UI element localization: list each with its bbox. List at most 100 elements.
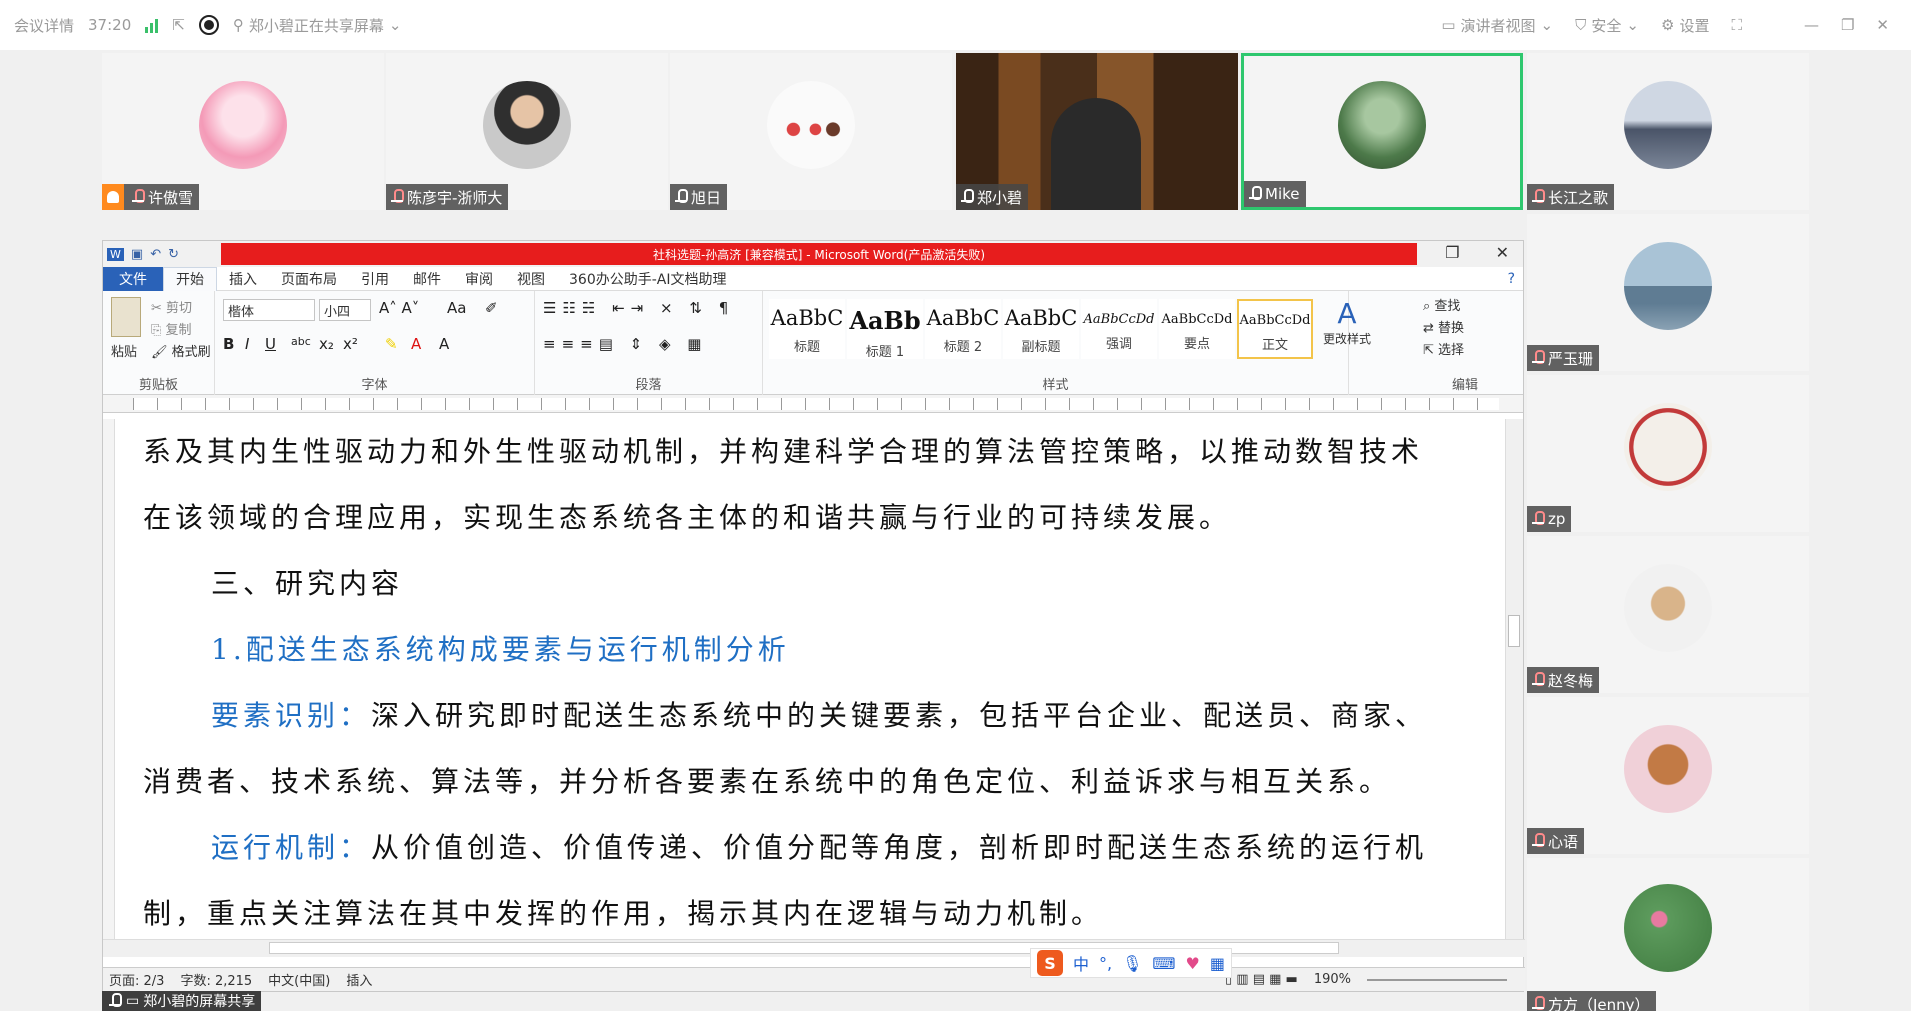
- participant-name: 方方（Jenny）: [1548, 995, 1650, 1011]
- style-emphasis[interactable]: AaBbCcDd 强调: [1081, 299, 1157, 359]
- tab-view[interactable]: 视图: [505, 267, 557, 291]
- italic-icon[interactable]: I: [245, 335, 249, 353]
- redo-icon[interactable]: ↻: [168, 247, 179, 262]
- tab-mailings[interactable]: 邮件: [401, 267, 453, 291]
- select-button[interactable]: ⇱ 选择: [1423, 339, 1464, 358]
- copy-button[interactable]: ⎘ 复制: [151, 319, 192, 338]
- participant-name-badge: 赵冬梅: [1527, 667, 1600, 693]
- style-title[interactable]: AaBbC 标题: [769, 299, 845, 359]
- participant-tile[interactable]: 许傲雪: [102, 53, 384, 210]
- microphone-icon[interactable]: 🎙: [1122, 954, 1142, 973]
- document-page[interactable]: 系及其内生性驱动力和外生性驱动机制，并构建科学合理的算法管控策略，以推动数智技术…: [115, 419, 1499, 939]
- participant-name: 郑小碧: [977, 188, 1023, 207]
- grow-font-icon[interactable]: A˄ A˅: [379, 299, 419, 317]
- sharing-notice[interactable]: ⚲ 郑小碧正在共享屏幕 ⌄: [233, 15, 402, 36]
- subscript-icon[interactable]: x₂: [319, 335, 334, 353]
- tab-insert[interactable]: 插入: [217, 267, 269, 291]
- horizontal-ruler[interactable]: [103, 395, 1523, 413]
- punctuation-icon[interactable]: °,: [1099, 954, 1112, 973]
- participant-video-tile[interactable]: 郑小碧: [956, 53, 1238, 210]
- style-normal[interactable]: AaBbCcDd 正文: [1237, 299, 1313, 359]
- toolbox-icon[interactable]: ▦: [1210, 954, 1225, 973]
- align-icons[interactable]: ≡≡≡▤ ⇕ ◈ ▦: [543, 335, 707, 353]
- security-button[interactable]: ⛉ 安全 ⌄: [1575, 15, 1639, 36]
- font-color-icon[interactable]: A: [411, 335, 421, 353]
- font-size-select[interactable]: 小四: [319, 299, 371, 321]
- insert-mode[interactable]: 插入: [346, 970, 372, 989]
- format-painter-button[interactable]: 🖌 格式刷: [151, 341, 211, 360]
- horizontal-scrollbar[interactable]: [103, 939, 1525, 957]
- paragraph-label: 要素识别：: [211, 699, 372, 732]
- fullscreen-icon[interactable]: ⛶: [1731, 16, 1742, 34]
- participant-tile-active[interactable]: Mike: [1241, 53, 1523, 210]
- close-icon[interactable]: ✕: [1876, 16, 1889, 34]
- mic-muted-icon: [131, 189, 145, 205]
- tab-review[interactable]: 审阅: [453, 267, 505, 291]
- find-button[interactable]: ⌕ 查找: [1423, 295, 1460, 314]
- font-name-select[interactable]: 楷体: [223, 299, 315, 321]
- settings-button[interactable]: ⚙ 设置: [1661, 15, 1709, 36]
- close-icon[interactable]: ✕: [1496, 243, 1509, 262]
- participant-tile[interactable]: 方方（Jenny）: [1527, 858, 1809, 1011]
- strikethrough-icon[interactable]: abc: [291, 335, 311, 348]
- ime-mode[interactable]: 中: [1073, 951, 1089, 975]
- mic-muted-icon: [1531, 511, 1545, 527]
- participant-tile[interactable]: 心语: [1527, 697, 1809, 854]
- word-count[interactable]: 字数: 2,215: [180, 970, 252, 989]
- bold-icon[interactable]: B: [223, 335, 234, 353]
- zoom-slider[interactable]: [1367, 978, 1507, 981]
- participant-name: 赵冬梅: [1548, 671, 1594, 690]
- restore-icon[interactable]: ❐: [1445, 243, 1459, 262]
- view-mode-icons[interactable]: ▯ ▥ ▤ ▦ ▬: [1225, 972, 1298, 987]
- vertical-scrollbar[interactable]: [1505, 419, 1523, 939]
- participant-name: 心语: [1548, 832, 1579, 851]
- change-styles-button[interactable]: A 更改样式: [1319, 297, 1375, 347]
- undo-icon[interactable]: ↶: [150, 247, 161, 262]
- clear-format-icon[interactable]: ✐: [485, 299, 498, 317]
- save-icon[interactable]: ▣: [131, 247, 143, 262]
- zoom-level[interactable]: 190%: [1314, 972, 1351, 987]
- participant-tile[interactable]: 赵冬梅: [1527, 536, 1809, 693]
- paste-button[interactable]: 粘贴: [111, 341, 137, 360]
- presenter-view-button[interactable]: ▭ 演讲者视图 ⌄: [1441, 15, 1553, 36]
- style-subtitle[interactable]: AaBbC 副标题: [1003, 299, 1079, 359]
- page-count[interactable]: 页面: 2/3: [109, 970, 164, 989]
- underline-icon[interactable]: U: [265, 335, 276, 353]
- style-heading-2[interactable]: AaBbC 标题 2: [925, 299, 1001, 359]
- highlight-icon[interactable]: ✎: [385, 335, 398, 353]
- minimize-icon[interactable]: —: [1804, 16, 1819, 34]
- char-shading-icon[interactable]: A: [439, 335, 449, 353]
- participant-tile[interactable]: 长江之歌: [1527, 53, 1809, 210]
- vertical-ruler[interactable]: [103, 419, 115, 939]
- language[interactable]: 中文(中国): [268, 970, 330, 989]
- restore-icon[interactable]: ❐: [1841, 16, 1854, 34]
- list-icons[interactable]: ☰☷☵ ⇤⇥ ⨯ ⇅ ¶: [543, 299, 734, 317]
- help-icon[interactable]: ?: [1508, 271, 1515, 287]
- participant-name-badge: 方方（Jenny）: [1527, 991, 1656, 1011]
- keyboard-icon[interactable]: ⌨: [1152, 954, 1175, 973]
- meeting-details-link[interactable]: 会议详情: [14, 15, 74, 36]
- record-icon[interactable]: [198, 15, 219, 35]
- tab-ai-assistant[interactable]: 360办公助手-AI文档助理: [557, 267, 738, 291]
- participant-name: 严玉珊: [1548, 349, 1594, 368]
- scroll-thumb[interactable]: [1508, 615, 1520, 647]
- meeting-timer: 37:20: [88, 16, 132, 34]
- tab-home[interactable]: 开始: [163, 266, 217, 291]
- change-case-icon[interactable]: Aa: [447, 299, 466, 317]
- participant-tile[interactable]: 严玉珊: [1527, 214, 1809, 371]
- ime-toolbar[interactable]: S 中 °, 🎙 ⌨ ♥ ▦: [1030, 948, 1232, 978]
- tab-file[interactable]: 文件: [103, 266, 163, 291]
- style-strong[interactable]: AaBbCcDd 要点: [1159, 299, 1235, 359]
- replace-button[interactable]: ⇄ 替换: [1423, 317, 1464, 336]
- participant-tile[interactable]: 陈彦宇-浙师大: [386, 53, 668, 210]
- participant-tile[interactable]: zp: [1527, 375, 1809, 532]
- tab-references[interactable]: 引用: [349, 267, 401, 291]
- skin-icon[interactable]: ♥: [1186, 954, 1200, 973]
- participant-tile[interactable]: 旭日: [670, 53, 952, 210]
- tab-page-layout[interactable]: 页面布局: [269, 267, 349, 291]
- paste-icon[interactable]: [111, 297, 141, 337]
- style-heading-1[interactable]: AaBb 标题 1: [847, 299, 923, 360]
- superscript-icon[interactable]: x²: [343, 335, 358, 353]
- popout-icon[interactable]: ⇱: [172, 16, 185, 34]
- cut-button[interactable]: ✂ 剪切: [151, 297, 192, 316]
